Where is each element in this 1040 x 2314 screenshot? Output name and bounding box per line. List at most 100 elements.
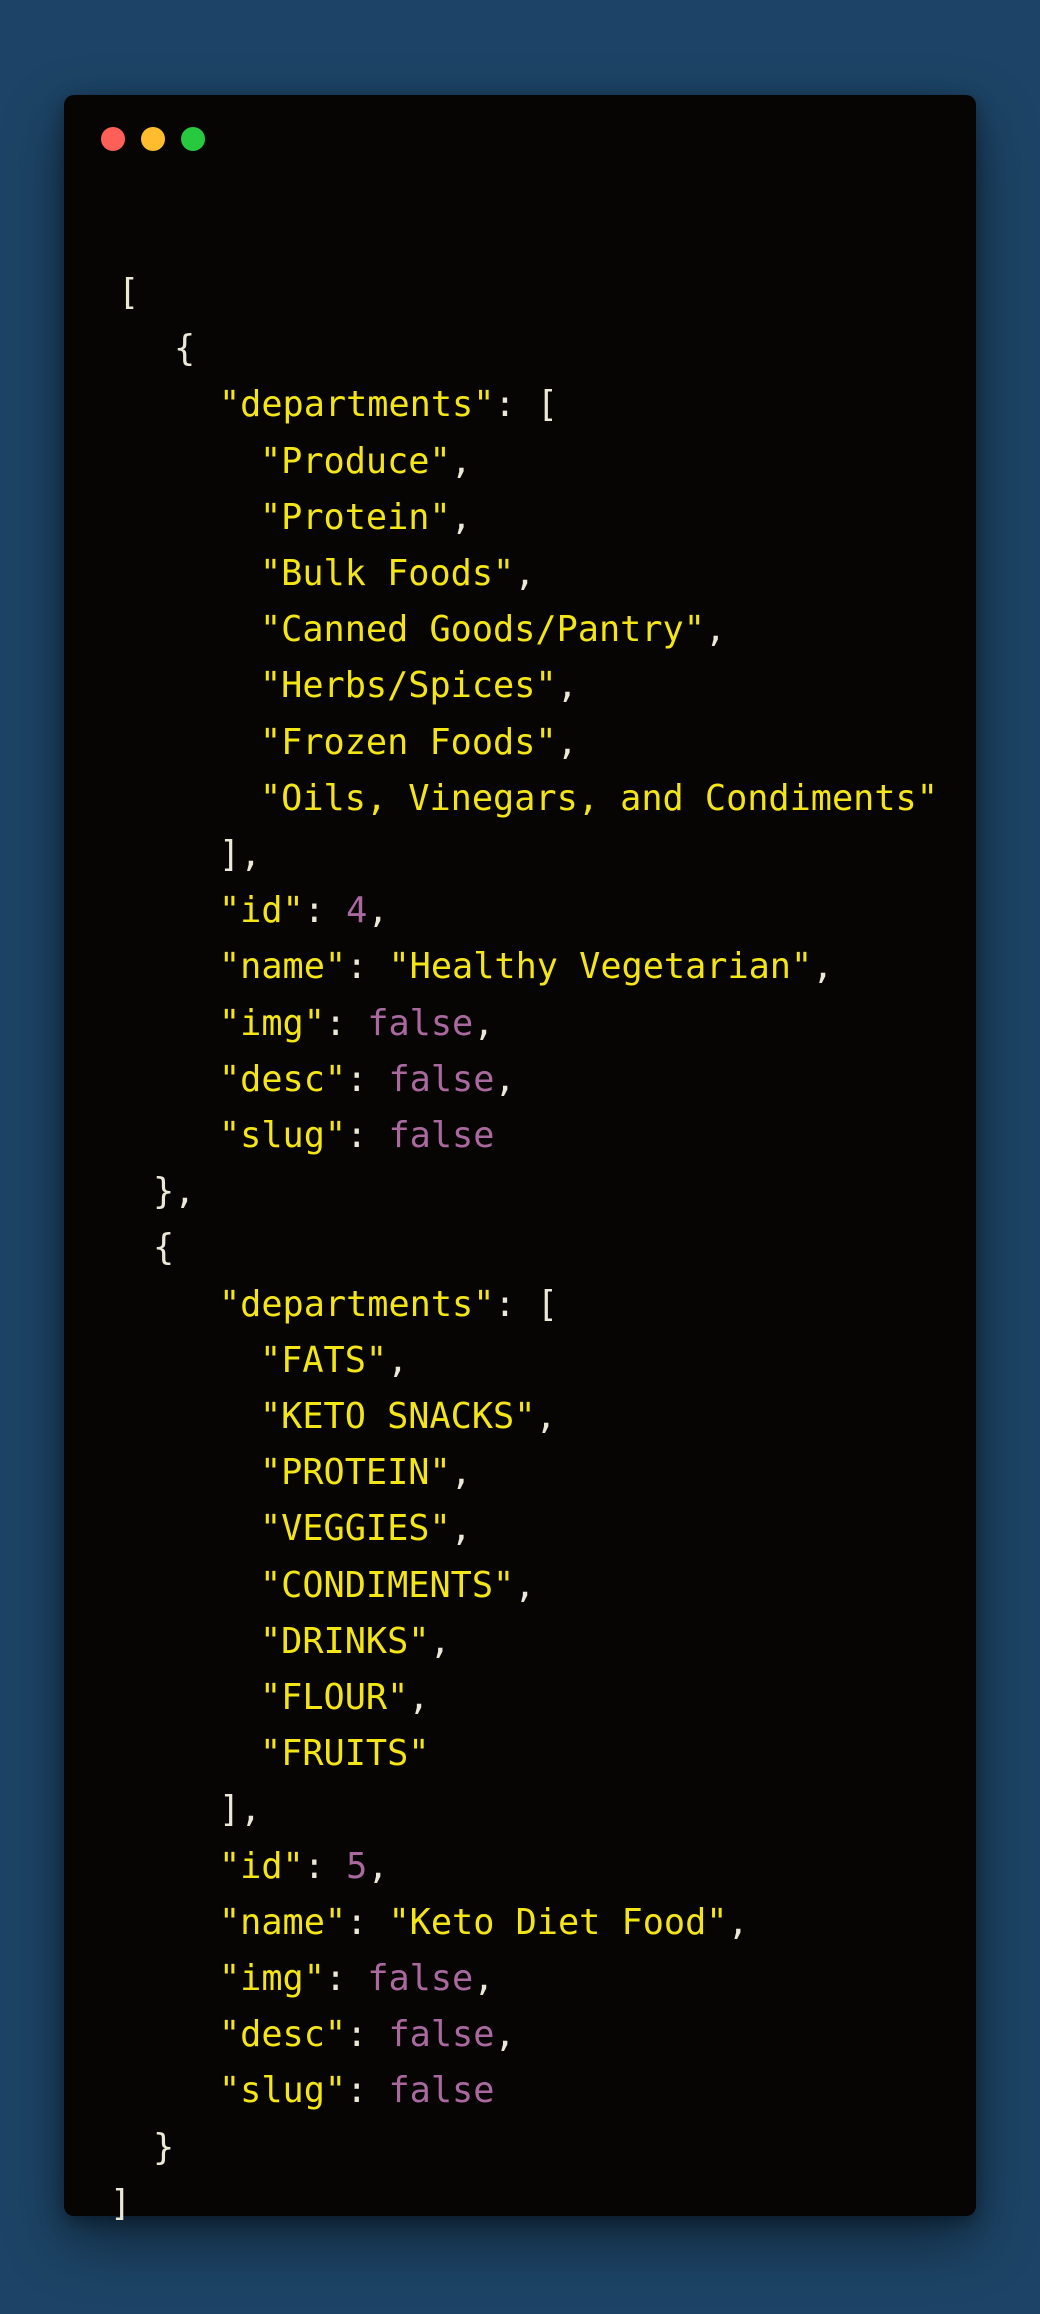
json-punctuation: , — [473, 1958, 495, 1999]
json-literal: false — [388, 2014, 495, 2056]
json-string: "Healthy Vegetarian" — [388, 946, 813, 988]
json-key: "id" — [219, 890, 304, 932]
code-line: "FLOUR", — [260, 1670, 429, 1726]
json-punctuation: , — [514, 1564, 536, 1606]
json-literal: false — [388, 2070, 495, 2112]
json-key: "img" — [219, 1958, 325, 1999]
code-line: "desc": false, — [219, 2007, 516, 2063]
code-line: ], — [219, 1782, 261, 1838]
json-string: "FATS" — [260, 1339, 388, 1381]
json-key: "slug" — [219, 2070, 347, 2112]
json-literal: false — [388, 1058, 495, 1100]
code-line: "Protein", — [260, 490, 472, 546]
json-punctuation: , — [535, 1396, 557, 1437]
code-line: } — [153, 2120, 174, 2176]
code-line: "desc": false, — [219, 1052, 516, 1108]
code-line: "id": 4, — [219, 883, 389, 939]
code-line: "img": false, — [219, 996, 494, 1052]
json-colon: : — [346, 2014, 389, 2056]
json-literal: 5 — [346, 1845, 368, 1887]
json-colon: : — [303, 1845, 347, 1887]
json-literal: false — [388, 1115, 495, 1156]
minimize-button[interactable] — [141, 127, 165, 151]
json-punctuation: , — [367, 890, 389, 932]
code-line: "FRUITS" — [260, 1726, 429, 1782]
json-string: "Herbs/Spices" — [260, 665, 557, 707]
json-bracket: { — [174, 328, 196, 370]
json-punctuation: , — [473, 1002, 495, 1044]
code-line: ], — [219, 827, 261, 883]
json-bracket: { — [153, 1227, 175, 1269]
json-punctuation: : [ — [494, 1283, 558, 1325]
json-string: "FRUITS" — [260, 1733, 430, 1775]
json-bracket: ] — [110, 2182, 132, 2224]
json-key: "slug" — [219, 1115, 347, 1156]
json-punctuation: , — [514, 553, 536, 594]
code-line: "name": "Keto Diet Food", — [219, 1895, 749, 1951]
json-string: "Protein" — [260, 496, 451, 538]
json-punctuation: , — [367, 1845, 389, 1887]
code-line: "slug": false — [219, 2063, 494, 2119]
code-line: "Frozen Foods", — [260, 715, 578, 771]
code-line: "Canned Goods/Pantry", — [260, 602, 726, 658]
json-punctuation: , — [429, 1620, 451, 1662]
json-key: "desc" — [219, 2014, 347, 2056]
code-line: "Bulk Foods", — [260, 546, 535, 602]
json-punctuation: , — [812, 946, 834, 988]
code-line: "img": false, — [219, 1951, 494, 2007]
code-line: { — [174, 321, 195, 377]
json-string: "Frozen Foods" — [260, 721, 557, 763]
json-string: "Bulk Foods" — [260, 553, 515, 594]
json-punctuation: , — [704, 609, 727, 651]
json-punctuation: , — [450, 440, 472, 482]
code-window: [{"departments": ["Produce", "Protein", "B… — [64, 95, 976, 2224]
json-string: "FLOUR" — [260, 1677, 409, 1718]
json-string: "CONDIMENTS" — [260, 1564, 515, 1606]
json-string: "DRINKS" — [260, 1620, 430, 1662]
json-punctuation: , — [387, 1339, 409, 1381]
code-line: "departments": [ — [219, 1277, 558, 1333]
code-line: ] — [110, 2176, 131, 2232]
json-bracket: ], — [219, 834, 262, 875]
code-line: "CONDIMENTS", — [260, 1558, 535, 1614]
code-line: "name": "Healthy Vegetarian", — [219, 939, 833, 995]
code-line: "Oils, Vinegars, and Condiments" — [260, 771, 938, 827]
code-line: }, — [153, 1164, 195, 1220]
json-punctuation: , — [450, 1508, 472, 1550]
code-line: "Produce", — [260, 434, 472, 490]
json-string: "PROTEIN" — [260, 1452, 451, 1494]
json-punctuation: : [ — [494, 384, 558, 426]
json-code-block: [{"departments": ["Produce", "Protein", "B… — [64, 272, 976, 2224]
json-punctuation: , — [450, 1452, 472, 1494]
code-line: { — [153, 1220, 174, 1276]
code-line: "KETO SNACKS", — [260, 1389, 557, 1445]
json-punctuation: , — [408, 1677, 430, 1718]
json-literal: false — [367, 1958, 474, 1999]
json-punctuation: , — [494, 1058, 516, 1100]
json-punctuation: , — [450, 496, 472, 538]
json-key: "departments" — [219, 1283, 495, 1325]
json-literal: false — [367, 1002, 474, 1044]
json-key: "name" — [219, 946, 347, 988]
json-punctuation: , — [727, 1901, 749, 1943]
code-line: "VEGGIES", — [260, 1501, 472, 1557]
json-string: "VEGGIES" — [260, 1508, 451, 1550]
json-key: "img" — [219, 1002, 325, 1044]
code-line: "slug": false — [219, 1108, 494, 1164]
json-colon: : — [346, 1058, 389, 1100]
zoom-button[interactable] — [181, 127, 205, 151]
json-string: "Oils, Vinegars, and Condiments" — [260, 777, 938, 819]
json-key: "name" — [219, 1901, 347, 1943]
json-string: "Keto Diet Food" — [388, 1901, 728, 1943]
json-string: "Canned Goods/Pantry" — [260, 609, 705, 651]
json-bracket: ], — [219, 1789, 262, 1831]
code-line: "PROTEIN", — [260, 1445, 472, 1501]
json-colon: : — [303, 890, 347, 932]
json-colon: : — [324, 1958, 368, 1999]
close-button[interactable] — [101, 127, 125, 151]
json-string: "KETO SNACKS" — [260, 1396, 536, 1437]
json-punctuation: , — [556, 721, 578, 763]
json-key: "departments" — [219, 384, 495, 426]
code-line: "FATS", — [260, 1333, 408, 1389]
json-colon: : — [346, 946, 389, 988]
